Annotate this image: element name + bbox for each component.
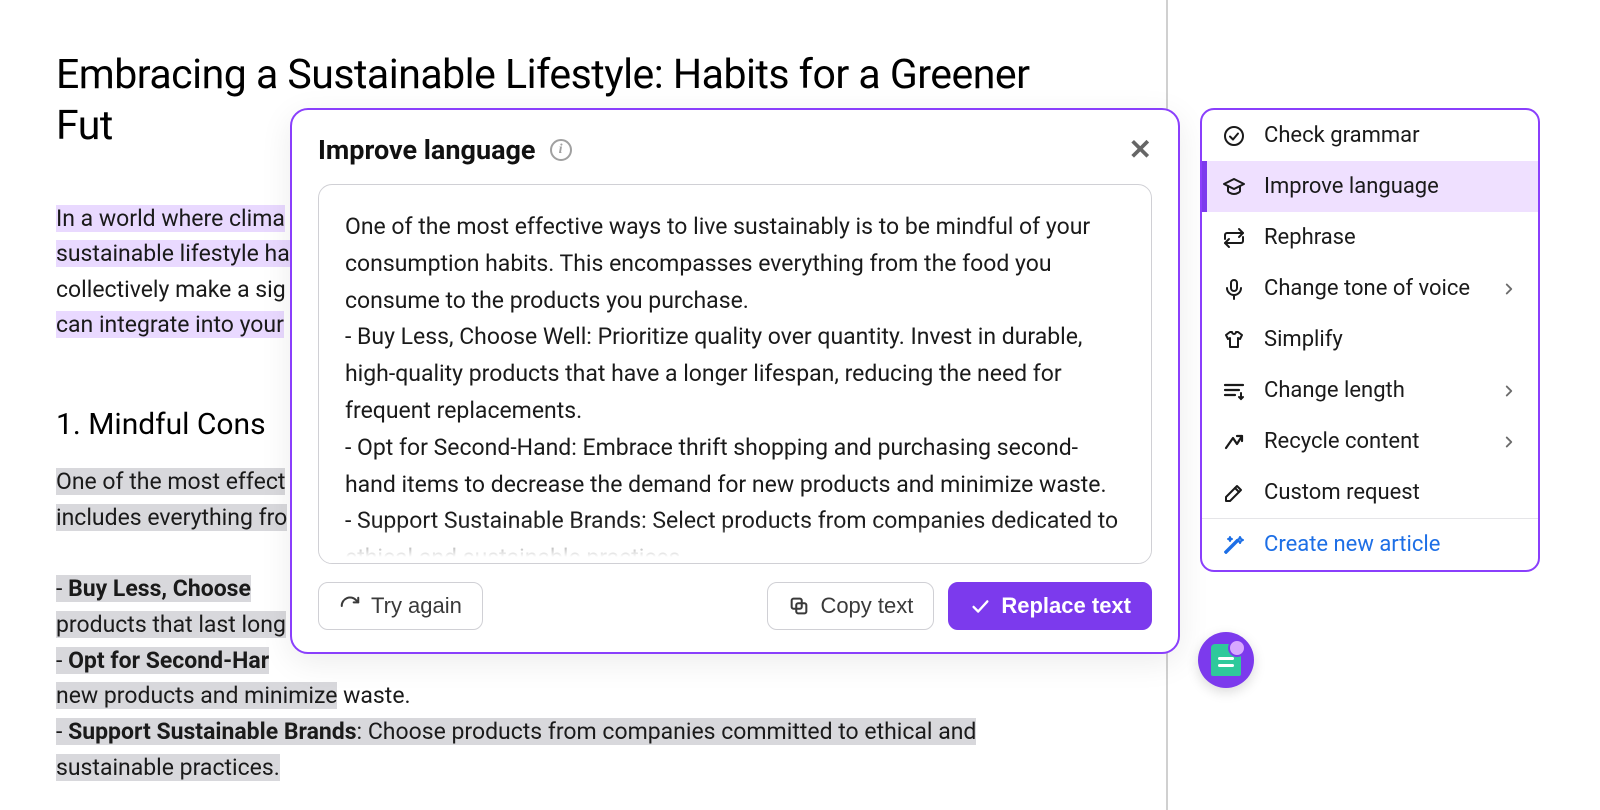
menu-label: Recycle content bbox=[1264, 429, 1419, 454]
menu-label: Change tone of voice bbox=[1264, 276, 1470, 301]
menu-create-new-article[interactable]: Create new article bbox=[1202, 519, 1538, 570]
try-again-label: Try again bbox=[371, 593, 462, 619]
bullet-2-tail-b: waste. bbox=[337, 682, 410, 709]
menu-label: Check grammar bbox=[1264, 123, 1420, 148]
bullet-3-rest-a: : Choose products from companies committ… bbox=[357, 718, 977, 745]
ai-assistant-fab[interactable] bbox=[1198, 632, 1254, 688]
copy-text-button[interactable]: Copy text bbox=[767, 582, 934, 630]
menu-label: Improve language bbox=[1264, 174, 1439, 199]
chevron-right-icon bbox=[1500, 433, 1518, 451]
menu-check-grammar[interactable]: Check grammar bbox=[1202, 110, 1538, 161]
para-line-2: includes everything fro bbox=[56, 504, 287, 531]
bullet-1-tail: products that last long bbox=[56, 611, 286, 638]
tshirt-icon bbox=[1222, 328, 1246, 352]
menu-change-tone[interactable]: Change tone of voice bbox=[1202, 263, 1538, 314]
arrow-branch-icon bbox=[1222, 430, 1246, 454]
menu-simplify[interactable]: Simplify bbox=[1202, 314, 1538, 365]
try-again-button[interactable]: Try again bbox=[318, 582, 483, 630]
check-circle-icon bbox=[1222, 124, 1246, 148]
chevron-right-icon bbox=[1500, 280, 1518, 298]
ai-actions-menu: Check grammar Improve language Rephrase … bbox=[1200, 108, 1540, 572]
intro-line-2: sustainable lifestyle ha bbox=[56, 240, 290, 267]
notification-dot bbox=[1228, 639, 1246, 657]
microphone-icon bbox=[1222, 277, 1246, 301]
magic-wand-icon bbox=[1222, 533, 1246, 557]
intro-line-3: collectively make a sig bbox=[56, 276, 286, 303]
copy-icon bbox=[788, 595, 810, 617]
menu-recycle-content[interactable]: Recycle content bbox=[1202, 416, 1538, 467]
popup-footer: Try again Copy text Replace text bbox=[318, 582, 1152, 630]
close-icon[interactable]: ✕ bbox=[1129, 136, 1152, 164]
intro-line-1: In a world where clima bbox=[56, 205, 285, 232]
bullet-3-rest-b: sustainable practices. bbox=[56, 754, 280, 781]
pencil-icon bbox=[1222, 481, 1246, 505]
menu-rephrase[interactable]: Rephrase bbox=[1202, 212, 1538, 263]
popup-title: Improve language bbox=[318, 134, 536, 166]
document-icon bbox=[1211, 644, 1241, 676]
graduation-cap-icon bbox=[1222, 175, 1246, 199]
popup-header: Improve language i ✕ bbox=[318, 134, 1152, 166]
refresh-icon bbox=[339, 595, 361, 617]
bullet-3-bold: Support Sustainable Brands bbox=[68, 718, 356, 745]
menu-label: Simplify bbox=[1264, 327, 1343, 352]
replace-text-label: Replace text bbox=[1001, 593, 1131, 619]
chevron-right-icon bbox=[1500, 382, 1518, 400]
check-icon bbox=[969, 595, 991, 617]
bullet-2-bold: Opt for Second-Har bbox=[68, 647, 269, 674]
suggestion-text: One of the most effective ways to live s… bbox=[345, 209, 1125, 564]
bullet-1-bold: Buy Less, Choose bbox=[68, 575, 251, 602]
menu-improve-language[interactable]: Improve language bbox=[1202, 161, 1538, 212]
bullet-2-tail-a: new products and minimize bbox=[56, 682, 337, 709]
suggestion-textbox[interactable]: One of the most effective ways to live s… bbox=[318, 184, 1152, 564]
lines-icon bbox=[1222, 379, 1246, 403]
replace-text-button[interactable]: Replace text bbox=[948, 582, 1152, 630]
menu-label: Change length bbox=[1264, 378, 1405, 403]
intro-line-4: can integrate into your bbox=[56, 311, 284, 338]
info-icon[interactable]: i bbox=[550, 139, 572, 161]
menu-custom-request[interactable]: Custom request bbox=[1202, 467, 1538, 518]
ai-suggestion-popup: Improve language i ✕ One of the most eff… bbox=[290, 108, 1180, 654]
copy-text-label: Copy text bbox=[820, 593, 913, 619]
menu-label: Create new article bbox=[1264, 532, 1440, 557]
menu-label: Rephrase bbox=[1264, 225, 1356, 250]
menu-label: Custom request bbox=[1264, 480, 1420, 505]
repeat-icon bbox=[1222, 226, 1246, 250]
menu-change-length[interactable]: Change length bbox=[1202, 365, 1538, 416]
para-line-1: One of the most effect bbox=[56, 468, 285, 495]
